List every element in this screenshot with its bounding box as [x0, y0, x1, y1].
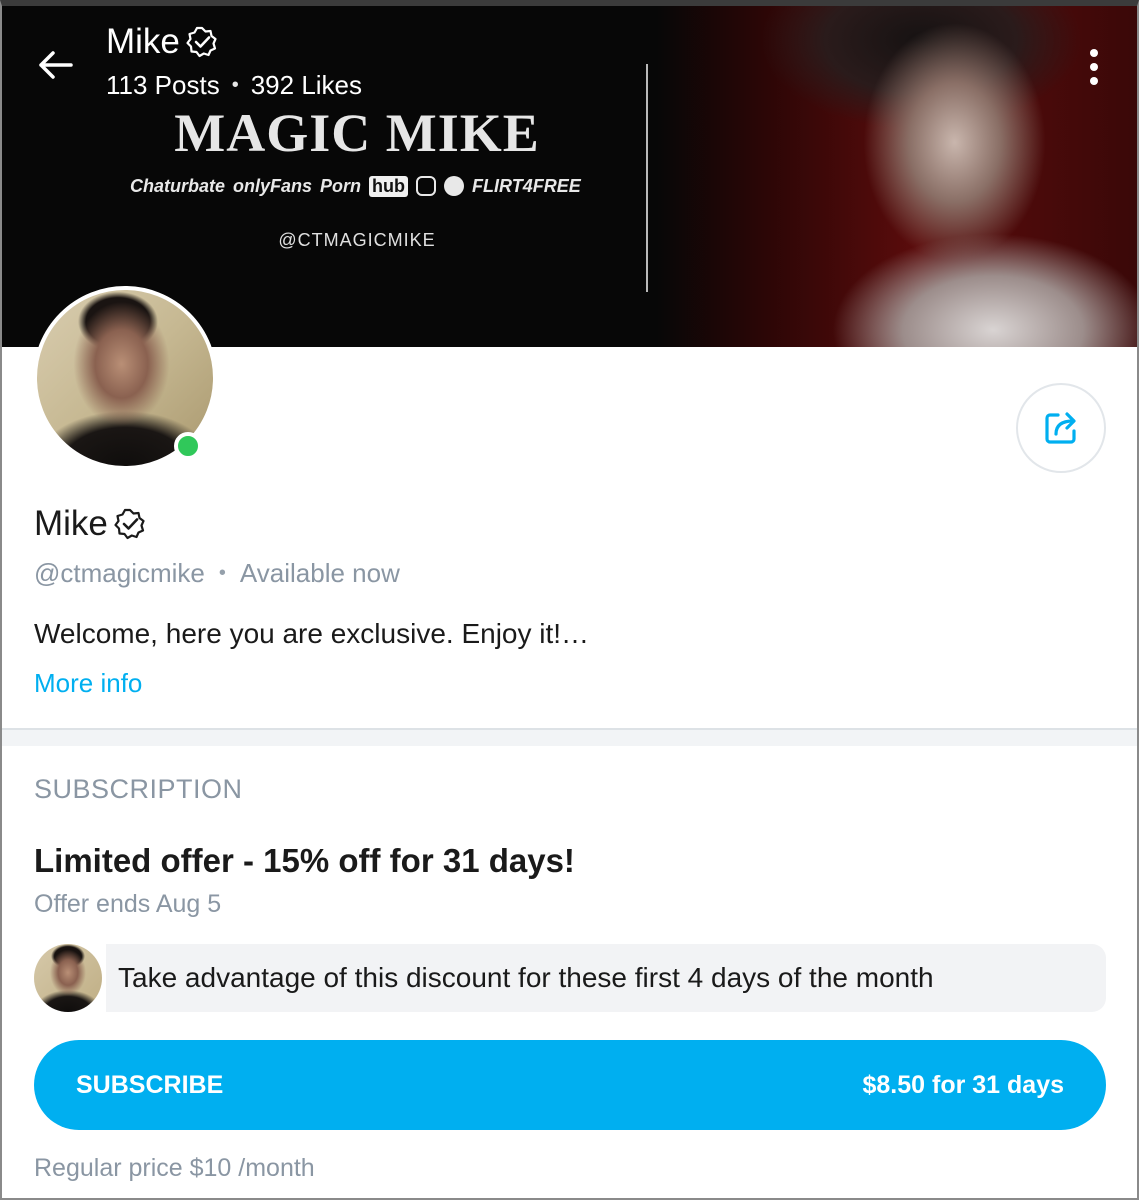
- header-name: Mike: [106, 22, 180, 61]
- verified-badge-icon: [114, 508, 145, 540]
- profile-page: MAGIC MIKE Chaturbate onlyFans Porn hub …: [0, 0, 1139, 1200]
- likes-count: 392 Likes: [250, 70, 363, 100]
- meta-separator: •: [218, 562, 226, 584]
- brand-onlyfans: onlyFans: [233, 175, 313, 196]
- offer-title: Limited offer - 15% off for 31 days!: [34, 842, 575, 879]
- verified-badge-icon: [186, 26, 217, 58]
- cover-photo: [657, 6, 1137, 347]
- more-info-link[interactable]: More info: [34, 668, 142, 699]
- profile-meta: @ctmagicmike • Available now: [34, 558, 400, 589]
- offer-message: Take advantage of this discount for thes…: [34, 944, 1106, 1012]
- subscribe-button[interactable]: SUBSCRIBE $8.50 for 31 days: [34, 1040, 1106, 1130]
- message-avatar: [34, 944, 102, 1012]
- profile-username: @ctmagicmike: [34, 558, 205, 588]
- stats-separator: •: [231, 74, 239, 96]
- posts-count: 113 Posts: [106, 70, 220, 100]
- cover-title: MAGIC MIKE: [174, 103, 540, 163]
- regular-price: Regular price $10 /month: [34, 1154, 315, 1182]
- profile-title: Mike: [34, 504, 146, 544]
- tumblr-icon: [444, 176, 465, 196]
- back-button[interactable]: [30, 40, 80, 90]
- availability-status: Available now: [239, 558, 400, 588]
- more-vertical-icon: [1090, 49, 1098, 57]
- cover-brand-logos: Chaturbate onlyFans Porn hub FLIRT4FREE: [130, 174, 581, 198]
- brand-porn: Porn: [320, 175, 362, 196]
- brand-chaturbate: Chaturbate: [130, 175, 226, 196]
- section-divider: [2, 728, 1137, 746]
- brand-flirt4free: FLIRT4FREE: [472, 175, 581, 196]
- share-button[interactable]: [1016, 383, 1106, 473]
- online-status-dot: [174, 432, 202, 460]
- header-title: Mike: [106, 22, 218, 62]
- subscribe-label: SUBSCRIBE: [76, 1070, 224, 1099]
- header-stats: 113 Posts • 392 Likes: [106, 70, 362, 101]
- instagram-icon: [416, 176, 437, 196]
- more-options-button[interactable]: [1077, 42, 1111, 92]
- profile-bio: Welcome, here you are exclusive. Enjoy i…: [34, 618, 590, 649]
- cover-divider: [646, 64, 648, 292]
- cover-handle: @CTMAGICMIKE: [278, 230, 436, 250]
- subscription-heading: SUBSCRIPTION: [34, 774, 243, 804]
- message-bubble: Take advantage of this discount for thes…: [106, 944, 1106, 1012]
- profile-name: Mike: [34, 504, 108, 543]
- brand-hub: hub: [369, 175, 409, 197]
- offer-ends: Offer ends Aug 5: [34, 890, 222, 918]
- subscribe-price: $8.50 for 31 days: [862, 1070, 1064, 1099]
- share-icon: [1045, 412, 1076, 444]
- back-arrow-icon: [39, 51, 73, 79]
